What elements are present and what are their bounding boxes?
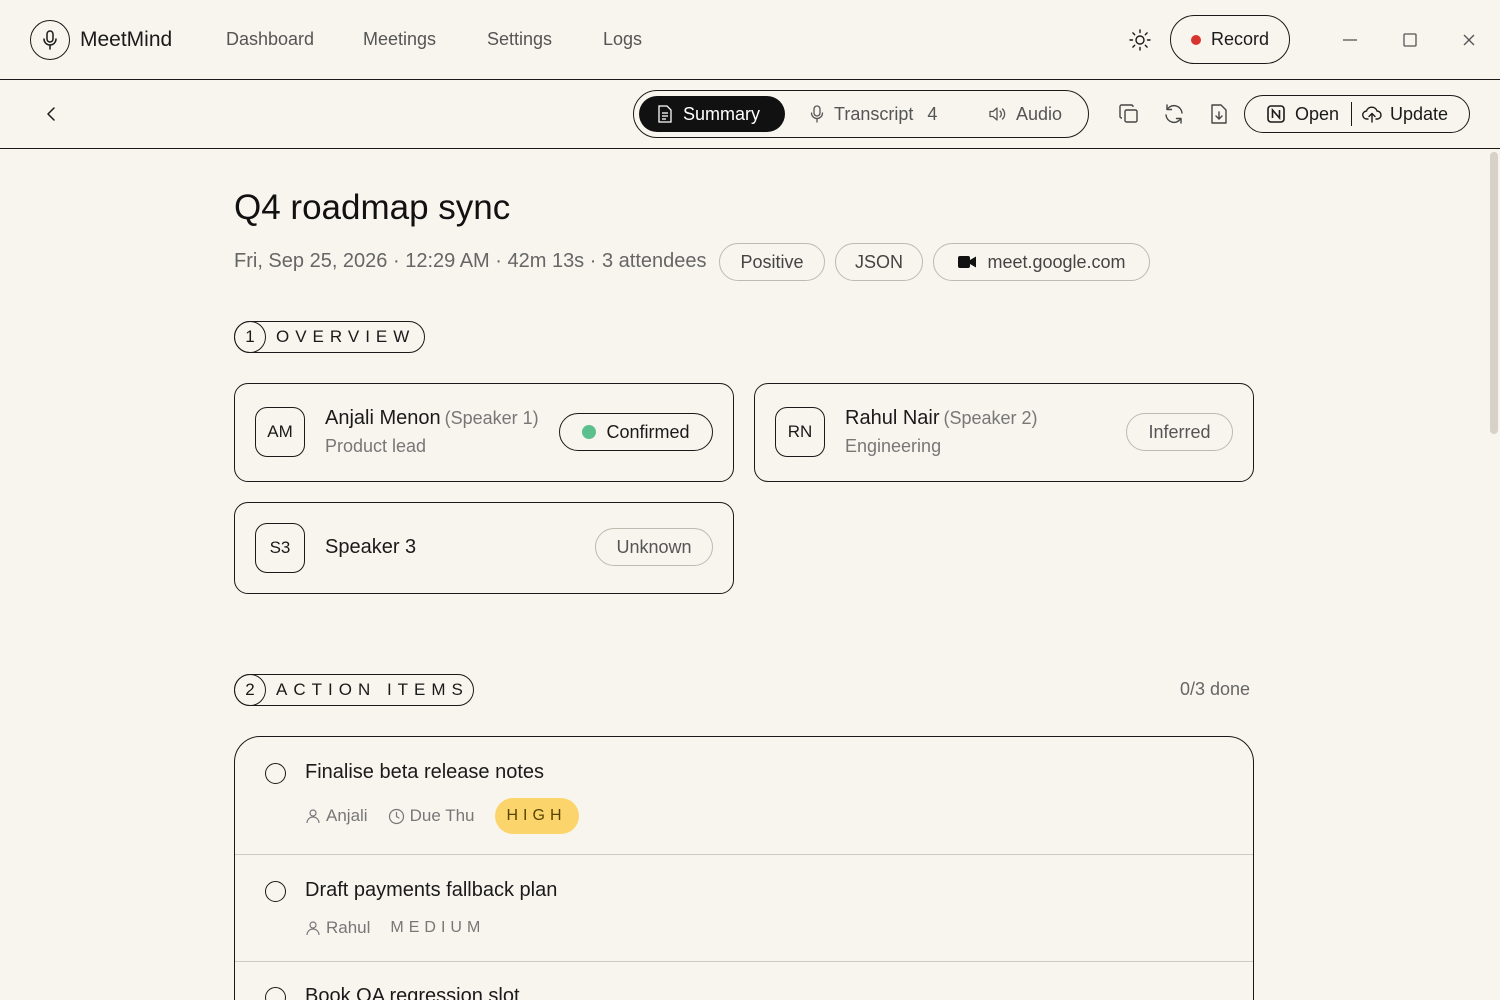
speaker-role: Product lead — [325, 436, 427, 456]
avatar: RN — [775, 407, 825, 457]
document-icon — [658, 105, 672, 123]
nav-logs[interactable]: Logs — [603, 29, 642, 50]
source-pill-label: meet.google.com — [987, 251, 1126, 272]
action-title: Draft payments fallback plan — [305, 879, 558, 901]
status-label: Confirmed — [606, 421, 690, 442]
action-checkbox[interactable] — [265, 763, 286, 784]
open-label: Open — [1295, 103, 1340, 124]
record-dot-icon — [1190, 34, 1201, 45]
action-checkbox[interactable] — [265, 987, 286, 1000]
speaker-card[interactable]: AM Anjali Menon (Speaker 1) Product lead … — [234, 383, 734, 482]
priority-badge: MEDIUM — [390, 919, 486, 936]
speaker-card[interactable]: S3 Speaker 3 Unknown — [234, 502, 734, 594]
tab-transcript[interactable]: Transcript 4 — [792, 96, 955, 132]
action-meta: Anjali Due Thu HIGH — [305, 798, 579, 834]
notion-icon — [1267, 105, 1285, 123]
action-title: Finalise beta release notes — [305, 761, 545, 783]
action-checkbox[interactable] — [265, 881, 286, 902]
action-items-list: Finalise beta release notes Anjali Due T… — [234, 736, 1254, 1000]
speaker-name: Speaker 3 — [325, 536, 417, 558]
speaker-card[interactable]: RN Rahul Nair (Speaker 2) Engineering Inf… — [754, 383, 1254, 482]
video-camera-icon — [958, 256, 977, 268]
open-notion-button[interactable]: Open — [1245, 96, 1351, 132]
list-item: Finalise beta release notes Anjali Due T… — [235, 737, 1253, 854]
maximize-icon[interactable] — [1400, 30, 1420, 50]
download-file-icon[interactable] — [1207, 102, 1231, 126]
status-badge[interactable]: Confirmed — [559, 413, 713, 451]
avatar: S3 — [255, 523, 305, 573]
speaker-name-text: Anjali Menon — [325, 407, 441, 429]
nav-settings[interactable]: Settings — [487, 29, 552, 50]
app-header: MeetMind Dashboard Meetings Settings Log… — [0, 0, 1500, 80]
avatar: AM — [255, 407, 305, 457]
speaker-icon — [989, 107, 1006, 121]
due-text: Due Thu — [409, 806, 475, 825]
minimize-icon[interactable] — [1340, 30, 1360, 50]
tab-summary-label: Summary — [683, 103, 761, 124]
owner-name: Anjali — [326, 806, 368, 825]
json-pill[interactable]: JSON — [835, 243, 923, 281]
app-logo — [30, 20, 70, 60]
status-badge[interactable]: Unknown — [595, 528, 713, 566]
section-number: 1 — [234, 321, 266, 353]
transcript-count-badge: 4 — [927, 103, 938, 124]
speaker-name-text: Rahul Nair — [845, 407, 940, 429]
copy-icon[interactable] — [1117, 102, 1141, 126]
action-meta: Rahul MEDIUM — [305, 913, 485, 943]
section-label: OVERVIEW — [276, 327, 416, 346]
speaker-tag: (Speaker 1) — [444, 408, 539, 428]
owner: Rahul — [305, 918, 370, 938]
refresh-icon[interactable] — [1162, 102, 1186, 126]
clock-icon — [388, 808, 404, 824]
sentiment-pill[interactable]: Positive — [719, 243, 825, 281]
update-label: Update — [1390, 103, 1449, 124]
user-icon — [306, 809, 320, 824]
tab-summary[interactable]: Summary — [639, 96, 785, 132]
owner-name: Rahul — [326, 918, 371, 937]
speaker-role: Engineering — [845, 436, 942, 456]
confirmed-dot-icon — [582, 425, 597, 439]
record-label: Record — [1210, 29, 1270, 49]
scrollbar-thumb[interactable] — [1490, 152, 1498, 434]
source-pill[interactable]: meet.google.com — [933, 243, 1150, 281]
speaker-name: Anjali Menon (Speaker 1) — [325, 407, 539, 430]
meeting-meta: Fri, Sep 25, 2026 · 12:29 AM · 42m 13s ·… — [234, 250, 707, 272]
close-icon[interactable] — [1459, 30, 1479, 50]
speaker-tag: (Speaker 2) — [943, 408, 1038, 428]
owner: Anjali — [305, 806, 368, 826]
tab-audio-label: Audio — [1016, 103, 1063, 124]
section-number: 2 — [234, 674, 266, 706]
meeting-toolbar: Summary Transcript 4 Audio Open Update — [0, 80, 1500, 149]
cloud-upload-icon — [1362, 106, 1382, 123]
done-count: 0/3 done — [1180, 679, 1251, 699]
nav-dashboard[interactable]: Dashboard — [226, 29, 314, 50]
section-label: ACTION ITEMS — [276, 680, 469, 699]
record-button[interactable]: Record — [1170, 15, 1290, 64]
view-tabs: Summary Transcript 4 Audio — [633, 90, 1089, 138]
tab-audio[interactable]: Audio — [970, 96, 1080, 132]
list-item: Draft payments fallback plan Rahul MEDIU… — [235, 855, 1253, 961]
priority-badge: HIGH — [494, 798, 579, 834]
meeting-title: Q4 roadmap sync — [234, 188, 511, 227]
update-button[interactable]: Update — [1352, 96, 1448, 132]
mic-icon — [43, 30, 57, 50]
action-items-section-header: 2 ACTION ITEMS — [234, 674, 474, 706]
due-date: Due Thu — [388, 806, 475, 826]
nav-meetings[interactable]: Meetings — [363, 29, 436, 50]
back-chevron-icon[interactable] — [40, 102, 62, 126]
action-title: Book QA regression slot — [305, 985, 520, 1000]
list-item: Book QA regression slot — [235, 962, 1253, 1000]
overview-section-header: 1 OVERVIEW — [234, 321, 425, 353]
export-split-button: Open Update — [1244, 95, 1470, 133]
tab-transcript-label: Transcript — [834, 103, 914, 124]
mic-icon — [810, 105, 824, 123]
status-badge[interactable]: Inferred — [1126, 413, 1233, 451]
app-name: MeetMind — [80, 28, 173, 51]
user-icon — [306, 921, 320, 936]
speaker-name: Rahul Nair (Speaker 2) — [845, 407, 1038, 430]
theme-toggle-sun-icon[interactable] — [1128, 28, 1152, 52]
